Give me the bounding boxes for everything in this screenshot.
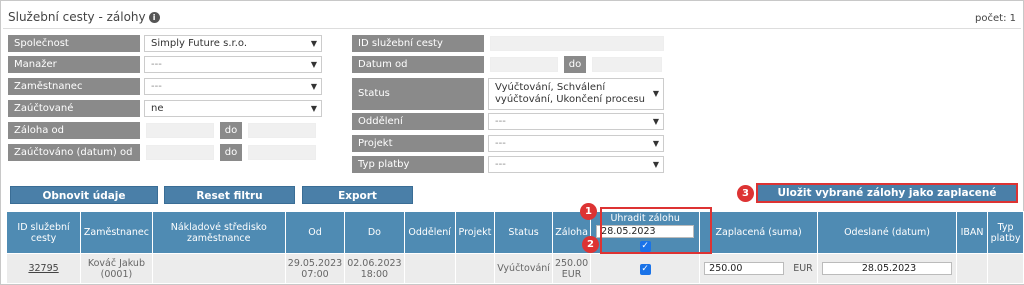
col-header-project[interactable]: Projekt [454,211,496,254]
cell-advance: 250.00 EUR [551,253,592,284]
accounted-date-from-input[interactable] [146,145,214,160]
advance-from-input[interactable] [146,123,214,138]
filter-label: Záloha od [8,122,140,139]
company-select[interactable]: Simply Future s.r.o. ▼ [144,35,322,52]
filter-label: Datum od [352,56,484,73]
trip-id-link[interactable]: 32795 [28,263,58,274]
filter-accounted: Zaúčtované ne ▼ [8,100,322,117]
employee-select[interactable]: --- ▼ [144,78,322,95]
export-button[interactable]: Export [302,186,413,204]
cell-sent-date: 28.05.2023 [817,253,957,284]
col-header-payment-type[interactable]: Typ platby [987,211,1024,254]
filter-trip-id: ID služební cesty [352,35,664,52]
cell-to: 02.06.2023 18:00 [344,253,405,284]
col-header-cost-center[interactable]: Nákladové středisko zaměstnance [151,211,286,254]
filter-label: Projekt [352,135,484,152]
annotation-badge-3: 3 [737,185,754,202]
filter-label: Typ platby [352,156,484,173]
refresh-button[interactable]: Obnovit údaje [10,186,158,204]
filter-label: Zaúčtováno (datum) od [8,144,140,161]
cell-project [454,253,496,284]
reset-filter-button[interactable]: Reset filtru [164,186,295,204]
status-select[interactable]: Vyúčtování, Schválení vyúčtování, Ukonče… [488,78,664,110]
chevron-down-icon: ▼ [310,104,317,113]
annotation-badge-2: 2 [582,236,599,253]
col-header-status[interactable]: Status [494,211,553,254]
accounted-select[interactable]: ne ▼ [144,100,322,117]
annotation-badge-1: 1 [580,203,597,220]
filter-label: ID služební cesty [352,35,484,52]
divider [3,28,1021,29]
chevron-down-icon: ▼ [652,89,659,98]
sent-date-input[interactable]: 28.05.2023 [822,262,953,275]
col-header-paid-sum[interactable]: Zaplacená (suma) [699,211,819,254]
chevron-down-icon: ▼ [310,39,317,48]
chevron-down-icon: ▼ [310,82,317,91]
advances-table: ID služební cesty Zaměstnanec Nákladové … [5,211,1024,284]
range-separator: do [564,56,586,73]
cell-from: 29.05.2023 07:00 [284,253,346,284]
filter-accounted-date: Zaúčtováno (datum) od do [8,144,316,161]
filter-payment-type: Typ platby --- ▼ [352,156,664,173]
save-paid-advances-button[interactable]: Uložit vybrané zálohy jako zaplacené [756,183,1018,203]
range-separator: do [220,122,242,139]
cell-payment-type [987,253,1024,284]
col-header-department[interactable]: Oddělení [403,211,456,254]
filter-label: Oddělení [352,113,484,130]
table-header-row: ID služební cesty Zaměstnanec Nákladové … [5,211,1024,254]
trip-id-input[interactable] [490,36,664,51]
cell-iban [955,253,989,284]
filter-department: Oddělení --- ▼ [352,113,664,130]
col-header-employee[interactable]: Zaměstnanec [80,211,153,254]
row-checkbox[interactable]: ✓ [639,263,651,275]
filter-employee: Zaměstnanec --- ▼ [8,78,322,95]
filter-label: Status [352,78,484,110]
filter-status: Status Vyúčtování, Schválení vyúčtování,… [352,78,664,110]
chevron-down-icon: ▼ [652,139,659,148]
cell-status: Vyúčtování [494,253,553,284]
col-header-trip-id[interactable]: ID služební cesty [5,211,82,254]
range-separator: do [220,144,242,161]
cell-employee: Kováč Jakub (0001) [80,253,153,284]
filter-project: Projekt --- ▼ [352,135,664,152]
accounted-date-to-input[interactable] [248,145,316,160]
filter-label: Společnost [8,35,140,52]
chevron-down-icon: ▼ [310,60,317,69]
filter-manager: Manažer --- ▼ [8,56,322,73]
chevron-down-icon: ▼ [652,117,659,126]
filter-label: Zaúčtované [8,100,140,117]
cell-paid-sum: 250.00 EUR [699,253,819,284]
filter-company: Společnost Simply Future s.r.o. ▼ [8,35,322,52]
filter-advance-from: Záloha od do [8,122,316,139]
col-header-iban[interactable]: IBAN [955,211,989,254]
cell-pay-advance: ✓ [590,253,701,284]
col-header-to[interactable]: Do [344,211,405,254]
filter-label: Zaměstnanec [8,78,140,95]
page-title: Služební cesty - zálohy i [8,10,160,24]
manager-select[interactable]: --- ▼ [144,56,322,73]
department-select[interactable]: --- ▼ [488,113,664,130]
cell-cost-center [151,253,286,284]
filter-label: Manažer [8,56,140,73]
highlight-pay-advance-header [600,207,712,254]
record-count: počet: 1 [975,13,1016,24]
table-row: 32795 Kováč Jakub (0001) 29.05.2023 07:0… [5,253,1024,284]
chevron-down-icon: ▼ [652,160,659,169]
cell-trip-id: 32795 [5,253,82,284]
advance-to-input[interactable] [248,123,316,138]
date-to-input[interactable] [592,57,662,72]
project-select[interactable]: --- ▼ [488,135,664,152]
cell-department [403,253,456,284]
col-header-sent-date[interactable]: Odeslané (datum) [817,211,957,254]
filter-date: Datum od do [352,56,662,73]
payment-type-select[interactable]: --- ▼ [488,156,664,173]
date-from-input[interactable] [490,57,558,72]
paid-sum-input[interactable]: 250.00 [704,262,785,275]
currency-label: EUR [793,263,813,274]
info-icon[interactable]: i [148,12,160,23]
col-header-from[interactable]: Od [284,211,346,254]
